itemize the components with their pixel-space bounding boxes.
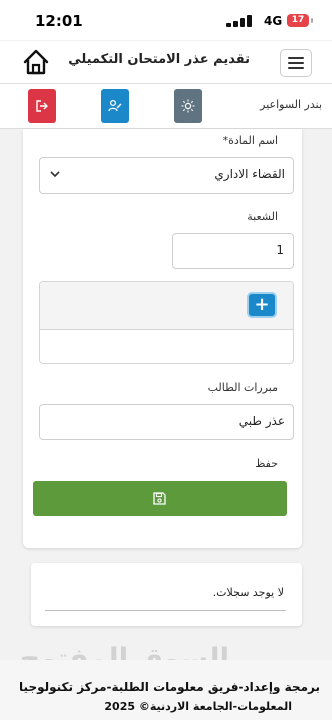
logout-icon <box>36 100 48 112</box>
hamburger-menu-button[interactable] <box>280 49 312 77</box>
chevron-down-icon <box>50 171 60 178</box>
user-toolbar: بندر السواعير <box>0 84 332 129</box>
excuse-form: اسم المادة* القضاء الاداري الشعبة 1 + مب… <box>23 129 302 548</box>
battery-icon: 17 <box>287 14 313 27</box>
section-label: الشعبة <box>247 210 278 223</box>
sun-icon <box>181 99 195 113</box>
profile-button[interactable] <box>101 89 129 123</box>
save-label: حفظ <box>255 457 278 470</box>
footer-credit-line-1: برمجة وإعداد-فريق معلومات الطلبة-مركز تك… <box>19 680 320 694</box>
divider <box>45 610 286 611</box>
user-edit-icon <box>108 99 122 112</box>
theme-toggle-button[interactable] <box>174 89 202 123</box>
footer: برمجة وإعداد-فريق معلومات الطلبة-مركز تك… <box>0 660 332 720</box>
attachments-panel: + <box>39 281 294 364</box>
signal-icon <box>226 15 256 27</box>
section-value: 1 <box>276 243 284 257</box>
clock: 12:01 <box>35 12 83 30</box>
add-attachment-button[interactable]: + <box>249 294 275 316</box>
page-title: تقديم عذر الامتحان التكميلي <box>68 52 250 67</box>
subject-label: اسم المادة* <box>222 134 278 147</box>
subject-select[interactable]: القضاء الاداري <box>39 157 294 194</box>
user-name: بندر السواعير <box>260 98 322 111</box>
home-icon[interactable] <box>22 48 50 76</box>
subject-selected-value: القضاء الاداري <box>214 167 285 181</box>
status-bar: 12:01 4G 17 <box>0 0 332 40</box>
records-list: لا يوجد سجلات. <box>31 563 302 626</box>
justification-label: مبررات الطالب <box>207 381 278 394</box>
justification-input[interactable]: عذر طبي <box>39 404 294 440</box>
network-type: 4G <box>264 14 283 28</box>
justification-value: عذر طبي <box>238 414 285 428</box>
floppy-disk-icon <box>153 492 166 505</box>
attachments-header: + <box>40 282 293 330</box>
app-header: تقديم عذر الامتحان التكميلي <box>0 41 332 84</box>
save-button[interactable] <box>33 481 287 516</box>
footer-credit-line-2: المعلومات-الجامعة الاردنية© 2025 <box>104 700 292 713</box>
logout-button[interactable] <box>28 89 56 123</box>
empty-records-message: لا يوجد سجلات. <box>212 586 284 599</box>
section-input[interactable]: 1 <box>172 233 294 269</box>
